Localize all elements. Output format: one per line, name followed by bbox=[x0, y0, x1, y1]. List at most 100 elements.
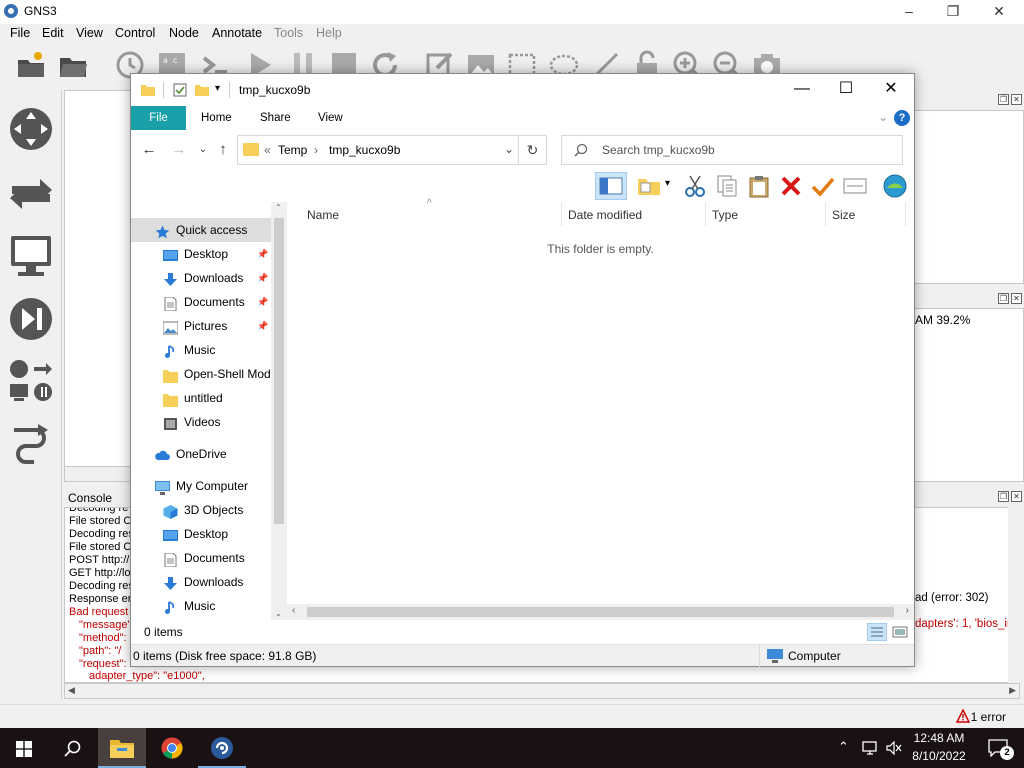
explorer-minimize-button[interactable]: — bbox=[779, 74, 825, 106]
topology-canvas[interactable] bbox=[64, 90, 134, 482]
taskbar-file-explorer[interactable] bbox=[98, 728, 146, 768]
open-project-icon[interactable] bbox=[58, 50, 88, 80]
menu-annotate[interactable]: Annotate bbox=[212, 26, 262, 40]
switches-icon[interactable] bbox=[8, 170, 54, 216]
cut-icon[interactable] bbox=[683, 174, 707, 198]
copy-icon[interactable] bbox=[715, 174, 739, 198]
nav-item-documents[interactable]: Documents bbox=[131, 546, 272, 570]
horizontal-scroll-thumb[interactable] bbox=[307, 607, 894, 617]
column-header-size[interactable]: Size bbox=[832, 208, 855, 222]
help-button[interactable]: ? bbox=[894, 110, 910, 126]
properties-icon[interactable] bbox=[173, 83, 187, 97]
taskbar-clock[interactable]: 12:48 AM bbox=[904, 731, 974, 745]
menu-help[interactable]: Help bbox=[316, 26, 342, 40]
column-header-type[interactable]: Type bbox=[712, 208, 738, 222]
security-devices-icon[interactable] bbox=[8, 296, 54, 342]
address-segment-temp[interactable]: Temp bbox=[278, 143, 307, 157]
taskbar-date[interactable]: 8/10/2022 bbox=[904, 749, 974, 763]
panel-2-close-button[interactable]: ✕ bbox=[1011, 293, 1022, 304]
show-hidden-icons-chevron[interactable]: ⌃ bbox=[838, 739, 849, 755]
address-bar[interactable]: « Temp › tmp_kucxo9b ⌄ ↻ bbox=[237, 135, 547, 165]
up-arrow-icon[interactable]: ↑ bbox=[213, 140, 233, 160]
console-close-button[interactable]: ✕ bbox=[1011, 491, 1022, 502]
nav-item-untitled[interactable]: untitled bbox=[131, 386, 272, 410]
nav-item-videos[interactable]: Videos bbox=[131, 410, 272, 434]
nav-item-open-shell-mod[interactable]: Open-Shell Mod bbox=[131, 362, 272, 386]
address-history-dropdown-icon[interactable]: ⌄ bbox=[504, 142, 514, 156]
properties-card-icon[interactable] bbox=[843, 174, 867, 198]
scroll-left-icon[interactable]: ‹ bbox=[292, 605, 295, 616]
canvas-horizontal-scrollbar[interactable] bbox=[64, 466, 134, 482]
back-arrow-icon[interactable]: ← bbox=[139, 140, 159, 160]
taskbar-gns3[interactable] bbox=[198, 728, 246, 768]
panel-1-close-button[interactable]: ✕ bbox=[1011, 94, 1022, 105]
add-link-icon[interactable] bbox=[8, 420, 54, 466]
gns3-minimize-button[interactable]: – bbox=[886, 0, 932, 24]
search-button[interactable] bbox=[48, 728, 96, 768]
menu-node[interactable]: Node bbox=[169, 26, 199, 40]
rename-checkmark-icon[interactable] bbox=[811, 174, 835, 198]
console-horizontal-scrollbar[interactable]: ◀ ▶ bbox=[64, 683, 1020, 699]
navigation-vertical-scrollbar[interactable]: ⌃ ⌄ bbox=[271, 202, 287, 620]
nav-item-3d-objects[interactable]: 3D Objects bbox=[131, 498, 272, 522]
open-shell-settings-icon[interactable] bbox=[883, 174, 907, 198]
explorer-maximize-button[interactable]: ☐ bbox=[823, 74, 869, 106]
menu-edit[interactable]: Edit bbox=[42, 26, 64, 40]
preview-pane-icon[interactable] bbox=[595, 172, 627, 200]
all-devices-icon[interactable] bbox=[8, 358, 54, 404]
column-header-name[interactable]: Name bbox=[307, 208, 339, 222]
console-float-button[interactable]: ❐ bbox=[998, 491, 1009, 502]
nav-item-documents[interactable]: Documents 📌 bbox=[131, 290, 272, 314]
recent-locations-dropdown-icon[interactable]: ⌄ bbox=[193, 140, 213, 160]
large-icons-view-icon[interactable] bbox=[891, 623, 909, 641]
end-devices-icon[interactable] bbox=[8, 232, 54, 278]
scroll-right-icon[interactable]: ▶ bbox=[1009, 685, 1016, 696]
tab-home[interactable]: Home bbox=[187, 106, 246, 130]
new-project-icon[interactable] bbox=[16, 50, 46, 80]
nav-item-quick-access[interactable]: Quick access bbox=[131, 218, 272, 242]
menu-control[interactable]: Control bbox=[115, 26, 155, 40]
nav-item-desktop[interactable]: Desktop bbox=[131, 522, 272, 546]
routers-icon[interactable] bbox=[8, 106, 54, 152]
menu-view[interactable]: View bbox=[76, 26, 103, 40]
new-folder-dropdown-icon[interactable]: ▾ bbox=[665, 178, 670, 189]
tab-file[interactable]: File bbox=[131, 106, 186, 130]
nav-item-downloads[interactable]: Downloads 📌 bbox=[131, 266, 272, 290]
paste-icon[interactable] bbox=[747, 174, 771, 198]
explorer-close-button[interactable]: ✕ bbox=[868, 74, 914, 106]
error-count[interactable]: 1 error bbox=[971, 710, 1006, 724]
nav-item-music[interactable]: Music bbox=[131, 338, 272, 362]
quick-access-toolbar-dropdown-icon[interactable]: ▾ bbox=[215, 83, 220, 94]
refresh-icon[interactable]: ↻ bbox=[518, 136, 546, 164]
menu-file[interactable]: File bbox=[10, 26, 30, 40]
search-input[interactable]: Search tmp_kucxo9b bbox=[561, 135, 903, 165]
address-overflow[interactable]: « bbox=[264, 143, 271, 157]
gns3-close-button[interactable]: ✕ bbox=[976, 0, 1022, 24]
column-header-date-modified[interactable]: Date modified bbox=[568, 208, 642, 222]
nav-item-music[interactable]: Music bbox=[131, 594, 272, 618]
console-vertical-scrollbar[interactable] bbox=[1008, 507, 1020, 683]
nav-item-desktop[interactable]: Desktop 📌 bbox=[131, 242, 272, 266]
new-folder-icon[interactable] bbox=[195, 83, 209, 97]
scroll-left-icon[interactable]: ◀ bbox=[68, 685, 75, 696]
action-center-button[interactable]: 2 bbox=[978, 728, 1024, 768]
nav-item-pictures[interactable]: Pictures 📌 bbox=[131, 314, 272, 338]
panel-2-float-button[interactable]: ❐ bbox=[998, 293, 1009, 304]
volume-muted-icon[interactable] bbox=[886, 741, 902, 755]
nav-item-my-computer[interactable]: My Computer bbox=[131, 474, 272, 498]
tab-share[interactable]: Share bbox=[246, 106, 305, 130]
expand-ribbon-icon[interactable]: ⌄ bbox=[878, 110, 888, 124]
new-folder-menu-icon[interactable] bbox=[637, 174, 661, 198]
file-list-horizontal-scrollbar[interactable]: ‹ › bbox=[287, 604, 914, 620]
network-icon[interactable] bbox=[862, 741, 880, 755]
details-view-icon[interactable] bbox=[867, 623, 887, 641]
scroll-up-icon[interactable]: ⌃ bbox=[275, 203, 282, 212]
forward-arrow-icon[interactable]: → bbox=[169, 140, 189, 160]
tab-view[interactable]: View bbox=[304, 106, 357, 130]
panel-1-float-button[interactable]: ❐ bbox=[998, 94, 1009, 105]
taskbar-chrome[interactable] bbox=[148, 728, 196, 768]
delete-icon[interactable] bbox=[779, 174, 803, 198]
nav-item-onedrive[interactable]: OneDrive bbox=[131, 442, 272, 466]
navigation-scroll-thumb[interactable] bbox=[274, 218, 284, 524]
menu-tools[interactable]: Tools bbox=[274, 26, 303, 40]
